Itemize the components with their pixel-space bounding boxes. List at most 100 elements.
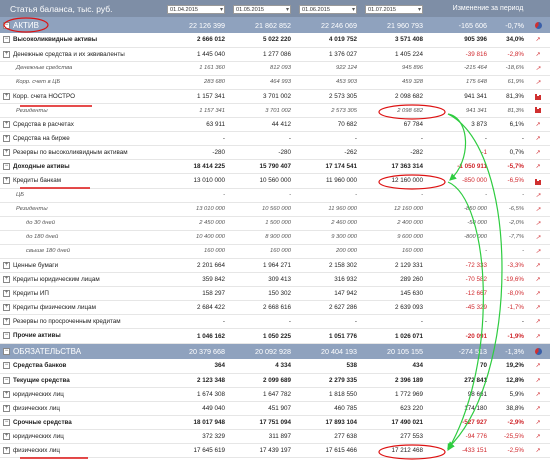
expand-toggle-icon[interactable]: + [3, 318, 10, 326]
table-header: Статья баланса, тыс. руб. 01.04.2015 01.… [0, 0, 550, 17]
trend-arrow-icon[interactable]: ↗ [535, 378, 540, 384]
trend-arrow-icon[interactable]: ↗ [535, 80, 540, 86]
expand-toggle-icon[interactable]: − [3, 418, 10, 426]
bar-chart-icon[interactable] [535, 93, 542, 101]
value-cell: 20 092 928 [228, 343, 294, 360]
expand-toggle-icon[interactable]: + [3, 276, 10, 284]
table-row[interactable]: + Ценные бумаги 2 201 664 1 964 271 2 158 30… [0, 258, 550, 274]
table-row[interactable]: − Средства банков 364 4 334 538 434 70 19,2% ↗ [0, 359, 550, 374]
trend-arrow-icon[interactable]: ↗ [535, 305, 540, 311]
trend-arrow-icon[interactable]: ↗ [535, 193, 540, 199]
table-row[interactable]: Корр. счет в ЦБ 283 680 464 993 453 903 459 … [0, 75, 550, 90]
trend-arrow-icon[interactable]: ↗ [535, 334, 540, 340]
bar-chart-icon[interactable] [535, 178, 542, 185]
trend-arrow-icon[interactable]: ↗ [535, 263, 540, 269]
table-row[interactable]: до 180 дней 10 400 000 8 900 000 9 300 000 9… [0, 230, 550, 245]
expand-toggle-icon[interactable]: − [3, 362, 10, 370]
value-cell: 17 490 021 [360, 415, 426, 431]
table-row[interactable]: + Корр. счета НОСТРО 1 157 341 3 701 002 2 5… [0, 89, 550, 104]
date-select-3[interactable]: 01.06.2015 [299, 4, 357, 14]
trend-arrow-icon[interactable]: ↗ [535, 164, 540, 170]
trend-arrow-icon[interactable]: ↗ [535, 221, 540, 227]
table-row[interactable]: до 30 дней 2 450 000 1 500 000 2 460 000 2 4… [0, 216, 550, 231]
table-row[interactable]: ЦБ - - - - - - ↗ [0, 188, 550, 203]
value-cell: 311 897 [228, 429, 294, 445]
table-row[interactable]: + Средства на бирже - - - - - - ↗ [0, 131, 550, 147]
table-row[interactable]: Денежные средства 1 161 360 812 093 922 124… [0, 61, 550, 76]
bar-chart-icon[interactable] [535, 107, 542, 114]
value-cell: 1 161 360 [162, 61, 228, 76]
expand-toggle-icon[interactable]: + [3, 121, 10, 129]
trend-arrow-icon[interactable]: ↗ [535, 249, 540, 255]
table-row[interactable]: − Прочие активы 1 046 162 1 050 225 1 051 77… [0, 328, 550, 344]
table-row[interactable]: + юридических лиц 1 674 308 1 647 782 1 818 … [0, 387, 550, 402]
expand-toggle-icon[interactable]: + [3, 50, 10, 58]
table-row[interactable]: + Резервы по просроченным кредитам - - - - - - ↗ [0, 314, 550, 330]
expand-toggle-icon[interactable]: + [3, 290, 10, 298]
trend-arrow-icon[interactable]: ↗ [535, 136, 540, 142]
date-select-2[interactable]: 01.05.2015 [233, 4, 291, 14]
expand-toggle-icon[interactable]: + [3, 261, 10, 269]
expand-toggle-icon[interactable]: − [3, 348, 10, 356]
pie-chart-icon[interactable] [534, 348, 542, 356]
expand-toggle-icon[interactable]: + [3, 149, 10, 157]
trend-arrow-icon[interactable]: ↗ [535, 406, 540, 412]
trend-arrow-icon[interactable]: ↗ [535, 392, 540, 398]
table-row[interactable]: свыше 180 дней 160 000 160 000 200 000 160 0… [0, 244, 550, 260]
change-cell: 941 341 [426, 103, 490, 119]
expand-toggle-icon[interactable]: − [3, 163, 10, 171]
trend-arrow-icon[interactable]: ↗ [535, 66, 540, 72]
table-row[interactable]: + Кредиты банкам 13 010 000 10 560 000 11 96… [0, 173, 550, 189]
expand-toggle-icon[interactable]: − [3, 21, 10, 29]
trend-arrow-icon[interactable]: ↗ [535, 291, 540, 297]
trend-arrow-icon[interactable]: ↗ [535, 150, 540, 156]
trend-arrow-icon[interactable]: ↗ [535, 207, 540, 213]
expand-toggle-icon[interactable]: + [3, 432, 10, 440]
percent-cell: -2,0% [490, 216, 526, 231]
table-row[interactable]: − Доходные активы 18 414 225 15 790 407 17 1… [0, 159, 550, 175]
date-select-4[interactable]: 01.07.2015 [365, 4, 423, 14]
expand-toggle-icon[interactable]: + [3, 92, 10, 100]
table-row[interactable]: + Денежные средства и их эквиваленты 1 445… [0, 47, 550, 62]
value-cell: 21 862 852 [228, 17, 294, 33]
expand-toggle-icon[interactable]: − [3, 332, 10, 340]
trend-arrow-icon[interactable]: ↗ [535, 122, 540, 128]
trend-arrow-icon[interactable]: ↗ [535, 448, 540, 454]
date-select-1[interactable]: 01.04.2015 [167, 4, 225, 14]
table-row[interactable]: + физических лиц 17 645 619 17 439 197 17 61… [0, 443, 550, 459]
row-label: юридических лиц [13, 433, 64, 441]
expand-toggle-icon[interactable]: − [3, 376, 10, 384]
expand-toggle-icon[interactable]: + [3, 304, 10, 312]
expand-toggle-icon[interactable]: − [3, 36, 10, 44]
trend-arrow-icon[interactable]: ↗ [535, 420, 540, 426]
table-row[interactable]: Резиденты 1 157 341 3 701 002 2 573 305 2 09… [0, 103, 550, 119]
table-row[interactable]: + Средства в расчетах 63 911 44 412 70 682 67… [0, 117, 550, 133]
trend-arrow-icon[interactable]: ↗ [535, 37, 540, 43]
table-row[interactable]: + физических лиц 449 040 451 907 460 785 623 … [0, 401, 550, 416]
trend-arrow-icon[interactable]: ↗ [535, 434, 540, 440]
table-row[interactable]: + юридических лиц 372 329 311 897 277 638 277… [0, 429, 550, 445]
expand-toggle-icon[interactable]: + [3, 404, 10, 412]
section-row[interactable]: − АКТИВ 22 126 399 21 862 852 22 246 069 21 9… [0, 17, 550, 33]
change-cell: -45 329 [426, 300, 490, 316]
trend-arrow-icon[interactable]: ↗ [535, 52, 540, 58]
trend-arrow-icon[interactable]: ↗ [535, 277, 540, 283]
table-row[interactable]: − Текущие средства 2 123 348 2 099 689 2 279… [0, 373, 550, 388]
table-row[interactable]: + Кредиты юридическим лицам 359 842 309 413… [0, 272, 550, 288]
table-row[interactable]: + Резервы по высоколиквидным активам -280-… [0, 145, 550, 161]
table-row[interactable]: Резиденты 13 010 000 10 560 000 11 960 000 1… [0, 202, 550, 217]
trend-arrow-icon[interactable]: ↗ [535, 363, 540, 369]
table-row[interactable]: − Высоколиквидные активы 2 666 012 5 022 22… [0, 33, 550, 48]
expand-toggle-icon[interactable]: + [3, 447, 10, 455]
row-label: Корр. счета НОСТРО [13, 93, 75, 100]
table-row[interactable]: + Кредиты физическим лицам 2 684 422 2 668 … [0, 300, 550, 316]
trend-arrow-icon[interactable]: ↗ [535, 235, 540, 241]
expand-toggle-icon[interactable]: + [3, 177, 10, 185]
pie-chart-icon[interactable] [534, 22, 542, 30]
expand-toggle-icon[interactable]: + [3, 135, 10, 143]
table-row[interactable]: − Срочные средства 18 017 948 17 751 094 17 … [0, 415, 550, 431]
section-row[interactable]: − ОБЯЗАТЕЛЬСТВА 20 379 668 20 092 928 20 404… [0, 343, 550, 360]
expand-toggle-icon[interactable]: + [3, 390, 10, 398]
table-row[interactable]: + Кредиты ИП 158 297 150 302 147 942 145 630-… [0, 286, 550, 302]
trend-arrow-icon[interactable]: ↗ [535, 319, 540, 325]
